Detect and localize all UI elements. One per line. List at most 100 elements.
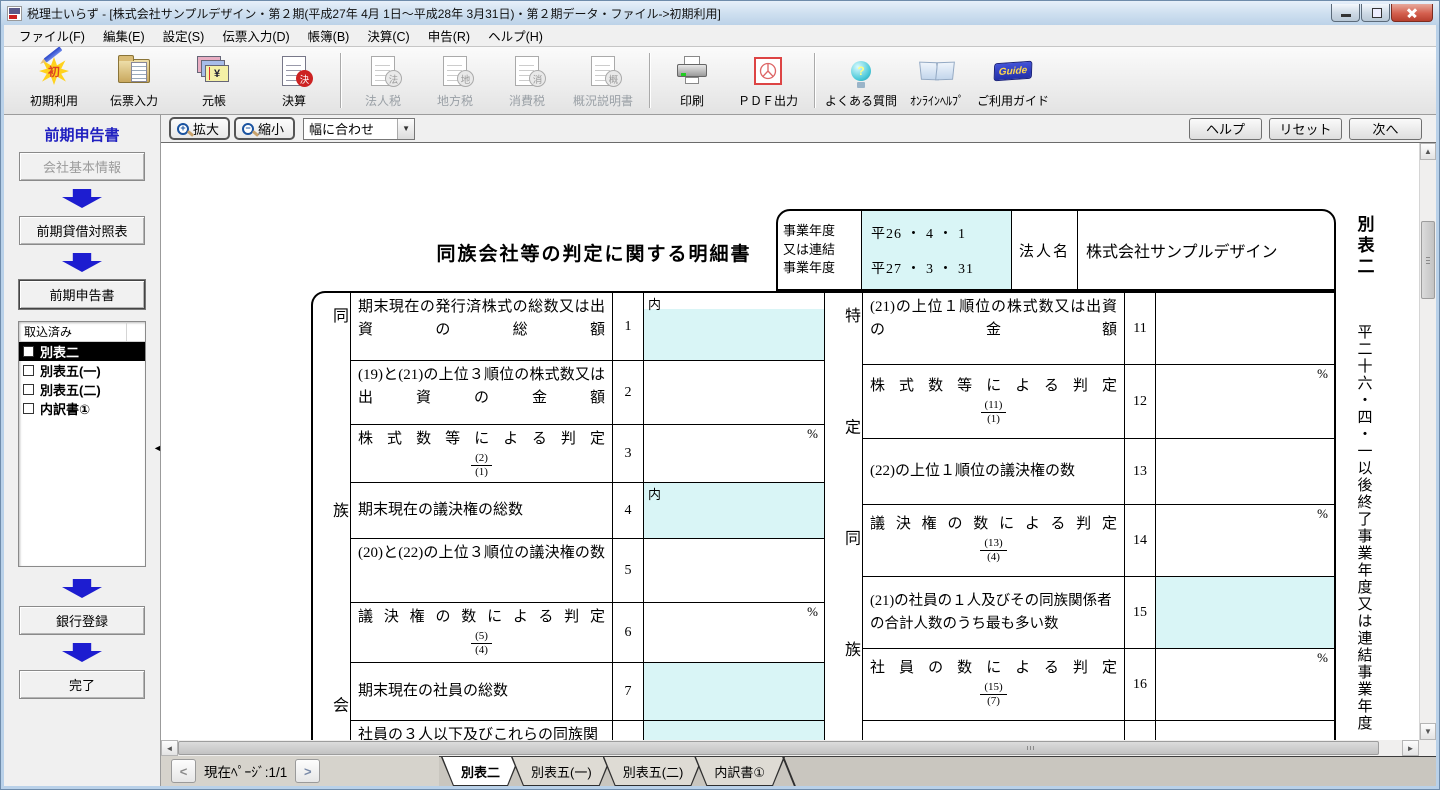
- horizontal-scrollbar[interactable]: ◄ ►: [161, 740, 1419, 756]
- tab-beppyo5-2[interactable]: 別表五(二): [603, 757, 704, 786]
- prev-page-button[interactable]: <: [171, 759, 196, 783]
- toolbar-item-print[interactable]: 印刷: [656, 47, 728, 114]
- zoom-out-button[interactable]: − 縮小: [234, 117, 295, 140]
- fraction: (15)(7): [870, 681, 1117, 707]
- zoom-fit-dropdown[interactable]: 幅に合わせ ▼: [303, 118, 415, 140]
- toolbar-item-online-help[interactable]: ｵﾝﾗｲﾝﾍﾙﾌﾟ: [901, 47, 973, 114]
- close-button[interactable]: [1391, 4, 1433, 22]
- menubar: ファイル(F) 編集(E) 設定(S) 伝票入力(D) 帳簿(B) 決算(C) …: [4, 25, 1436, 47]
- table-row: 期末現在の発行済株式の総数又は出資の総額 1 内: [351, 293, 824, 361]
- input-cell-3[interactable]: %: [644, 425, 824, 482]
- input-cell-13[interactable]: [1156, 439, 1334, 504]
- toolbar-item-settlement[interactable]: 決 決算: [254, 47, 334, 114]
- list-item-uchiwakesho[interactable]: 内訳書①: [19, 399, 145, 418]
- horizontal-scroll-thumb[interactable]: [178, 741, 1379, 755]
- menu-settlement[interactable]: 決算(C): [358, 24, 418, 47]
- guide-icon: Guide: [994, 53, 1032, 89]
- input-cell-14[interactable]: %: [1156, 505, 1334, 576]
- menu-help[interactable]: ヘルプ(H): [479, 24, 552, 47]
- corp-name-value: 株式会社サンプルデザイン: [1078, 211, 1334, 289]
- minimize-button[interactable]: [1331, 4, 1360, 22]
- list-item-beppyo5-1[interactable]: 別表五(一): [19, 361, 145, 380]
- prev-balance-sheet-button[interactable]: 前期貸借対照表: [19, 216, 145, 245]
- toolbar-item-faq[interactable]: ? よくある質問: [821, 47, 901, 114]
- toolbar-separator: [340, 53, 341, 108]
- menu-edit[interactable]: 編集(E): [94, 24, 154, 47]
- scroll-up-button[interactable]: ▲: [1420, 143, 1436, 160]
- table-row: 期末現在の議決権の総数 4 内: [351, 483, 824, 539]
- left-group-label: 同族会社の: [313, 307, 350, 740]
- checkbox-icon[interactable]: [23, 365, 34, 376]
- input-cell-5[interactable]: [644, 539, 824, 602]
- fraction: (13)(4): [870, 537, 1117, 563]
- list-item-beppyo5-2[interactable]: 別表五(二): [19, 380, 145, 399]
- fraction: (2)(1): [358, 452, 605, 478]
- checkbox-icon[interactable]: [23, 346, 34, 357]
- toolbar-item-corporate-tax: 法 法人税: [347, 47, 419, 114]
- input-cell-2[interactable]: [644, 361, 824, 424]
- fiscal-year-label: 事業年度 又は連結 事業年度: [778, 211, 862, 289]
- done-button[interactable]: 完了: [19, 670, 145, 699]
- checkbox-icon[interactable]: [23, 403, 34, 414]
- input-cell-7[interactable]: [644, 663, 824, 720]
- reset-button[interactable]: リセット: [1269, 118, 1342, 140]
- menu-books[interactable]: 帳簿(B): [299, 24, 359, 47]
- document-viewport: 同族会社等の判定に関する明細書 事業年度 又は連結 事業年度 平26 ・ 4 ・…: [161, 143, 1419, 740]
- toolbar-item-pdf-export[interactable]: ＰＤＦ出力: [728, 47, 808, 114]
- toolbar-item-overview-statement: 概 概況説明書: [563, 47, 643, 114]
- table-row: 社員の数による判定 (15)(7) 16 %: [863, 649, 1334, 721]
- menu-settings[interactable]: 設定(S): [154, 24, 214, 47]
- vertical-scrollbar[interactable]: ▲ ▼: [1419, 143, 1436, 740]
- tab-strip-end: [776, 757, 806, 786]
- toolbar-item-guide[interactable]: Guide ご利用ガイド: [973, 47, 1053, 114]
- settlement-icon: 決: [282, 53, 306, 89]
- scroll-right-button[interactable]: ►: [1402, 740, 1419, 756]
- input-cell-8[interactable]: [644, 721, 824, 740]
- tab-uchiwakesho[interactable]: 内訳書①: [694, 757, 785, 786]
- next-button[interactable]: 次へ: [1349, 118, 1422, 140]
- toolbar-item-initial-use[interactable]: 初 初期利用: [14, 47, 94, 114]
- input-cell-16[interactable]: %: [1156, 649, 1334, 720]
- fiscal-year-from: 平26 ・ 4 ・ 1: [871, 223, 1011, 243]
- menu-tax-return[interactable]: 申告(R): [419, 24, 479, 47]
- input-cell-4[interactable]: 内: [644, 483, 824, 538]
- tab-beppyo2[interactable]: 別表二: [441, 757, 520, 786]
- menu-voucher-entry[interactable]: 伝票入力(D): [213, 24, 298, 47]
- help-button[interactable]: ヘルプ: [1189, 118, 1262, 140]
- toolbar-item-voucher-entry[interactable]: 伝票入力: [94, 47, 174, 114]
- scroll-left-button[interactable]: ◄: [161, 740, 178, 756]
- form-header-box: 事業年度 又は連結 事業年度 平26 ・ 4 ・ 1 平27 ・ 3 ・ 31 …: [776, 209, 1336, 291]
- table-row: (21)の上位１順位の株式数又は出資の金額 11: [863, 293, 1334, 365]
- input-cell-1[interactable]: 内: [644, 293, 824, 360]
- bank-registration-button[interactable]: 銀行登録: [19, 606, 145, 635]
- scroll-down-button[interactable]: ▼: [1420, 723, 1436, 740]
- input-cell-15[interactable]: [1156, 577, 1334, 648]
- prev-return-button[interactable]: 前期申告書: [19, 280, 145, 309]
- restore-button[interactable]: [1361, 4, 1390, 22]
- input-cell-6[interactable]: %: [644, 603, 824, 662]
- table-row: (21)の社員の１人及びその同族関係者の合計人数のうち最も多い数 15: [863, 577, 1334, 649]
- next-page-button[interactable]: >: [295, 759, 320, 783]
- tab-beppyo5-1[interactable]: 別表五(一): [511, 757, 612, 786]
- sidebar-collapse-handle[interactable]: ◄: [153, 441, 161, 455]
- local-tax-icon: 地: [443, 53, 467, 89]
- checkbox-icon[interactable]: [23, 384, 34, 395]
- zoom-out-icon: −: [242, 123, 254, 135]
- toolbar-item-local-tax: 地 地方税: [419, 47, 491, 114]
- sidebar: 前期申告書 会社基本情報 前期貸借対照表 前期申告書 取込済み 別表二 別表五(…: [4, 115, 161, 786]
- toolbar-item-ledger[interactable]: ¥ 元帳: [174, 47, 254, 114]
- input-cell-11[interactable]: [1156, 293, 1334, 364]
- vertical-scroll-thumb[interactable]: [1421, 221, 1435, 299]
- titlebar: 税理士いらず - [株式会社サンプルデザイン・第２期(平成27年 4月 1日～平…: [1, 1, 1439, 25]
- toolbar-item-consumption-tax: 消 消費税: [491, 47, 563, 114]
- chevron-down-icon[interactable]: ▼: [397, 119, 414, 139]
- fiscal-year-dates[interactable]: 平26 ・ 4 ・ 1 平27 ・ 3 ・ 31: [862, 211, 1012, 289]
- list-item-beppyo2[interactable]: 別表二: [19, 342, 145, 361]
- online-help-icon: [920, 53, 954, 89]
- input-cell-12[interactable]: %: [1156, 365, 1334, 438]
- ledger-icon: ¥: [197, 53, 231, 89]
- zoom-in-button[interactable]: + 拡大: [169, 117, 230, 140]
- table-row: 株式数等による判定 (11)(1) 12 %: [863, 365, 1334, 439]
- menu-file[interactable]: ファイル(F): [10, 24, 94, 47]
- initial-use-icon: 初: [39, 53, 69, 89]
